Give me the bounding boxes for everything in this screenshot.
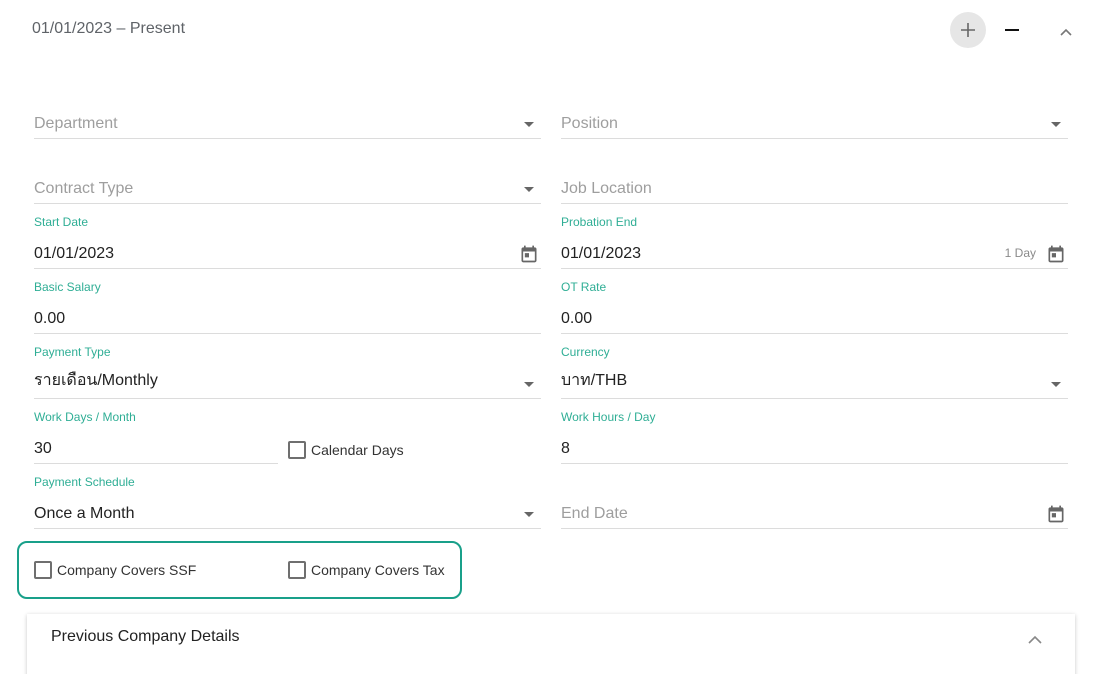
dropdown-arrow-icon (524, 187, 534, 192)
job-location-placeholder: Job Location (561, 180, 652, 197)
dropdown-arrow-icon (524, 512, 534, 517)
previous-company-panel[interactable]: Previous Company Details (27, 614, 1075, 674)
basic-salary-value: 0.00 (34, 310, 66, 327)
start-date-value: 01/01/2023 (34, 245, 115, 262)
payment-schedule-select[interactable]: Payment Schedule Once a Month (34, 473, 541, 529)
probation-duration-badge: 1 Day (1004, 246, 1036, 260)
add-period-button[interactable] (950, 12, 986, 48)
checkbox-icon (34, 561, 52, 579)
collapse-period-button[interactable] (1052, 18, 1080, 46)
contract-type-select[interactable]: Contract Type (34, 148, 541, 204)
currency-label: Currency (561, 345, 610, 359)
previous-company-title: Previous Company Details (51, 628, 240, 645)
calendar-days-checkbox[interactable]: Calendar Days (288, 441, 404, 459)
basic-salary-label: Basic Salary (34, 280, 101, 294)
work-days-value: 30 (34, 440, 52, 457)
position-select[interactable]: Position (561, 83, 1068, 139)
checkbox-icon (288, 441, 306, 459)
remove-period-button[interactable] (998, 16, 1026, 44)
dropdown-arrow-icon (1051, 382, 1061, 387)
calendar-icon[interactable] (1046, 504, 1066, 524)
payment-type-value: รายเดือน/Monthly (34, 372, 158, 389)
end-date-field[interactable]: End Date (561, 473, 1068, 529)
dropdown-arrow-icon (524, 122, 534, 127)
chevron-up-icon (1060, 28, 1072, 36)
company-covers-ssf-checkbox[interactable]: Company Covers SSF (34, 561, 196, 579)
work-hours-input[interactable]: Work Hours / Day 8 (561, 408, 1068, 464)
start-date-field[interactable]: Start Date 01/01/2023 (34, 213, 541, 269)
probation-end-label: Probation End (561, 215, 638, 229)
currency-select[interactable]: Currency บาท/THB (561, 343, 1068, 399)
dropdown-arrow-icon (524, 382, 534, 387)
company-covers-tax-label: Company Covers Tax (311, 562, 445, 578)
currency-value: บาท/THB (561, 372, 628, 389)
work-hours-label: Work Hours / Day (561, 410, 656, 424)
employment-period-range: 01/01/2023 – Present (32, 20, 186, 37)
department-placeholder: Department (34, 115, 118, 132)
work-hours-value: 8 (561, 440, 570, 457)
probation-end-field[interactable]: Probation End 01/01/2023 1 Day (561, 213, 1068, 269)
calendar-days-label: Calendar Days (311, 442, 404, 458)
probation-end-value: 01/01/2023 (561, 245, 642, 262)
plus-icon (961, 23, 975, 37)
calendar-icon[interactable] (1046, 244, 1066, 264)
payment-type-label: Payment Type (34, 345, 111, 359)
ot-rate-value: 0.00 (561, 310, 593, 327)
company-covers-tax-checkbox[interactable]: Company Covers Tax (288, 561, 445, 579)
calendar-icon[interactable] (519, 244, 539, 264)
dropdown-arrow-icon (1051, 122, 1061, 127)
start-date-label: Start Date (34, 215, 89, 229)
basic-salary-input[interactable]: Basic Salary 0.00 (34, 278, 541, 334)
contract-type-placeholder: Contract Type (34, 180, 134, 197)
department-select[interactable]: Department (34, 83, 541, 139)
position-placeholder: Position (561, 115, 618, 132)
company-covers-ssf-label: Company Covers SSF (57, 562, 197, 578)
work-days-label: Work Days / Month (34, 410, 136, 424)
minus-icon (1005, 29, 1019, 31)
payment-schedule-label: Payment Schedule (34, 475, 135, 489)
payment-schedule-value: Once a Month (34, 505, 135, 522)
end-date-placeholder: End Date (561, 505, 628, 522)
work-days-input[interactable]: Work Days / Month 30 (34, 408, 278, 464)
job-location-input[interactable]: Job Location (561, 148, 1068, 204)
checkbox-icon (288, 561, 306, 579)
ot-rate-input[interactable]: OT Rate 0.00 (561, 278, 1068, 334)
chevron-up-icon[interactable] (1023, 628, 1047, 652)
ot-rate-label: OT Rate (561, 280, 607, 294)
payment-type-select[interactable]: Payment Type รายเดือน/Monthly (34, 343, 541, 399)
